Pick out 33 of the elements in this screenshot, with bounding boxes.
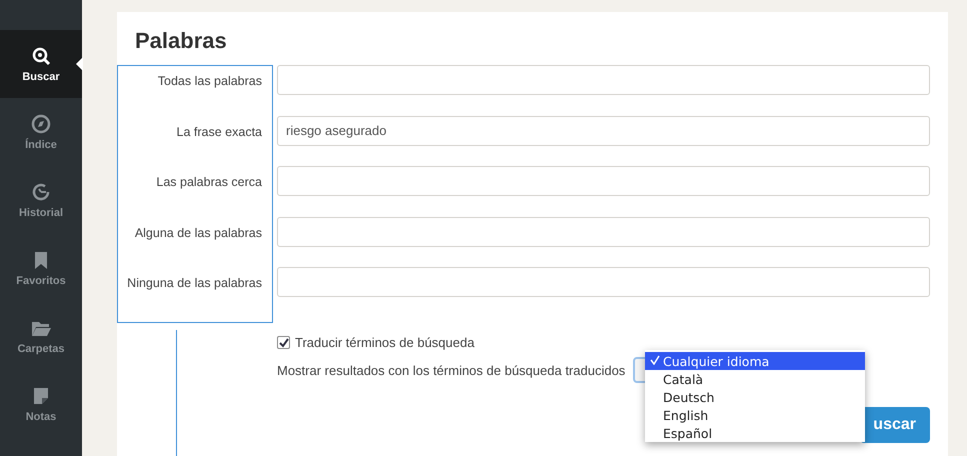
field-label: Alguna de las palabras — [134, 224, 262, 242]
sidebar-item[interactable]: Historial — [0, 166, 82, 234]
compass-icon — [31, 114, 51, 134]
dropdown-option[interactable]: Cualquier idioma — [645, 352, 865, 370]
dropdown-option[interactable]: Español — [645, 424, 865, 442]
field-label: Las palabras cerca — [156, 174, 262, 191]
dropdown-option[interactable]: English — [645, 406, 865, 424]
input-field[interactable]: riesgo asegurado — [277, 116, 930, 146]
input-field[interactable] — [277, 65, 930, 95]
dropdown-option[interactable]: Deutsch — [645, 388, 865, 406]
sidebar-item[interactable]: Favoritos — [0, 234, 82, 302]
section-title: Palabras — [135, 28, 228, 54]
input-field[interactable] — [277, 267, 930, 297]
sidebar-item[interactable]: Carpetas — [0, 302, 82, 370]
field-label: Todas las palabras — [158, 73, 262, 90]
checkbox-label: Traducir términos de búsqueda — [295, 335, 474, 350]
sidebar-item[interactable]: Notas — [0, 370, 82, 438]
input-field[interactable] — [277, 166, 930, 196]
search-icon — [31, 46, 51, 66]
checkmark-icon — [278, 338, 288, 348]
dropdown-option[interactable]: Català — [645, 370, 865, 388]
checkmark-icon — [650, 355, 660, 365]
clock-arrow-icon — [31, 182, 51, 202]
sidebar-item[interactable]: Buscar — [0, 30, 82, 98]
note-icon — [31, 386, 51, 406]
sidebar-item[interactable]: Índice — [0, 98, 82, 166]
input-field[interactable] — [277, 216, 930, 246]
field-label: Ninguna de las palabras — [127, 275, 262, 292]
select-label: Mostrar resultados con los términos de búsqueda traducidos — [277, 362, 626, 378]
checkbox[interactable] — [277, 336, 290, 349]
search-button[interactable]: uscar — [860, 407, 930, 443]
pointer-icon — [76, 57, 83, 71]
field-label: La frase exacta — [176, 124, 262, 140]
